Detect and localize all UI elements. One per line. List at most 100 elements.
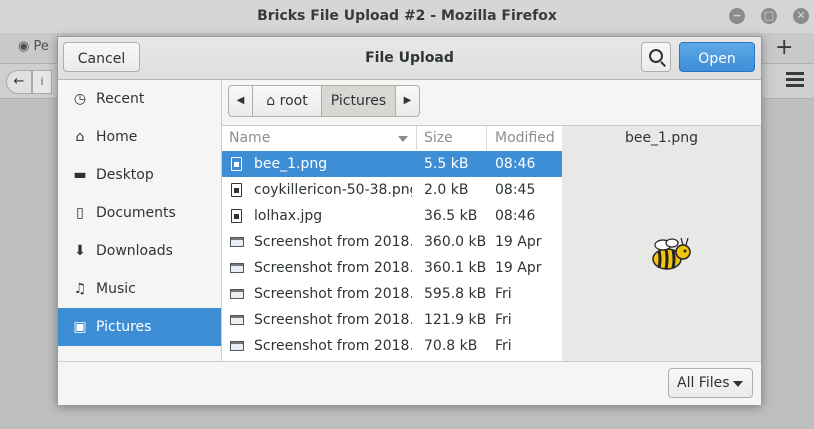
sidebar-item-label: Downloads — [96, 243, 173, 259]
table-row[interactable]: lolhax.jpg 36.5 kB 08:46 — [222, 203, 562, 229]
file-upload-dialog: Cancel File Upload Open ◷ Recent ⌂ Home … — [57, 36, 762, 405]
file-modified: Fri — [495, 338, 512, 354]
screenshot-thumbnail-icon — [230, 315, 244, 325]
screenshot-thumbnail-icon — [230, 341, 244, 351]
folder-icon: ▬ — [73, 167, 87, 183]
clock-icon: ◷ — [73, 91, 87, 107]
image-file-icon — [231, 183, 242, 197]
bee-image — [652, 237, 691, 270]
dialog-bottombar: All Files — [58, 361, 761, 405]
sidebar-item-recent[interactable]: ◷ Recent — [58, 80, 221, 118]
file-modified: 19 Apr — [495, 260, 542, 276]
firefox-tab[interactable]: ◉ Pe — [18, 39, 49, 54]
firefox-titlebar: Bricks File Upload #2 - Mozilla Firefox — [0, 0, 814, 34]
music-icon: ♫ — [73, 281, 87, 297]
open-button[interactable]: Open — [679, 42, 755, 72]
chevron-right-icon: ▶ — [403, 95, 412, 106]
sidebar-item-pictures[interactable]: ▣ Pictures — [58, 308, 221, 346]
file-name: Screenshot from 2018… — [254, 338, 412, 354]
file-type-filter[interactable]: All Files — [668, 368, 753, 398]
table-row[interactable]: Screenshot from 2018… 595.8 kB Fri — [222, 281, 562, 307]
home-icon: ⌂ — [75, 129, 85, 145]
sidebar-item-documents[interactable]: ▯ Documents — [58, 194, 221, 232]
path-root-button[interactable]: ⌂ root — [252, 85, 322, 117]
arrow-left-icon: ← — [13, 74, 25, 89]
globe-icon: ◉ — [18, 39, 30, 54]
table-row[interactable]: Screenshot from 2018… 360.0 kB 19 Apr — [222, 229, 562, 255]
firefox-window-title: Bricks File Upload #2 - Mozilla Firefox — [257, 8, 557, 24]
table-row[interactable]: Screenshot from 2018… 70.8 kB Fri — [222, 333, 562, 359]
file-preview-pane: bee_1.png — [562, 125, 761, 362]
site-info-icon[interactable]: i — [32, 70, 52, 94]
table-row[interactable]: coykillericon-50-38.png 2.0 kB 08:45 — [222, 177, 562, 203]
cancel-button[interactable]: Cancel — [63, 42, 140, 72]
sidebar-item-downloads[interactable]: ⬇ Downloads — [58, 232, 221, 270]
file-name: Screenshot from 2018… — [254, 260, 412, 276]
image-file-icon — [231, 209, 242, 223]
file-name: bee_1.png — [254, 156, 328, 172]
back-button[interactable]: ← — [6, 70, 32, 94]
file-modified: Fri — [495, 286, 512, 302]
path-scroll-left-button[interactable]: ◀ — [228, 85, 253, 117]
screenshot-thumbnail-icon — [230, 263, 244, 273]
image-file-icon — [231, 157, 242, 171]
file-size: 360.0 kB — [424, 234, 487, 250]
preview-filename: bee_1.png — [624, 130, 699, 146]
firefox-tab-label: Pe — [33, 39, 49, 54]
chevron-left-icon: ◀ — [236, 95, 245, 106]
column-header-size[interactable]: Size — [417, 126, 487, 150]
file-name: coykillericon-50-38.png — [254, 182, 412, 198]
file-name: lolhax.jpg — [254, 208, 323, 224]
file-size: 121.9 kB — [424, 312, 487, 328]
table-row[interactable]: bee_1.png 5.5 kB 08:46 — [222, 151, 562, 177]
column-header-name[interactable]: Name — [222, 126, 417, 150]
maximize-icon[interactable]: □ — [761, 8, 777, 24]
table-row[interactable]: Screenshot from 2018… 360.1 kB 19 Apr — [222, 255, 562, 281]
sort-descending-icon — [398, 136, 408, 142]
home-icon: ⌂ — [266, 93, 276, 109]
file-size: 595.8 kB — [424, 286, 487, 302]
file-modified: 19 Apr — [495, 234, 542, 250]
sidebar-item-home[interactable]: ⌂ Home — [58, 118, 221, 156]
file-modified: Fri — [495, 312, 512, 328]
close-icon[interactable]: ✕ — [793, 8, 809, 24]
file-size: 70.8 kB — [424, 338, 478, 354]
file-list[interactable]: Name Size Modified bee_1.png 5.5 kB 08:4… — [222, 125, 562, 362]
dialog-headerbar: Cancel File Upload Open — [58, 37, 761, 80]
file-modified: 08:45 — [495, 182, 536, 198]
sidebar-item-music[interactable]: ♫ Music — [58, 270, 221, 308]
file-name: Screenshot from 2018… — [254, 312, 412, 328]
sidebar-item-label: Pictures — [96, 319, 152, 335]
file-modified: 08:46 — [495, 208, 536, 224]
search-button[interactable] — [641, 42, 671, 72]
pictures-icon: ▣ — [73, 319, 87, 335]
file-size: 5.5 kB — [424, 156, 469, 172]
chevron-down-icon — [733, 381, 743, 387]
file-size: 360.1 kB — [424, 260, 487, 276]
document-icon: ▯ — [76, 205, 84, 221]
hamburger-menu-icon[interactable] — [786, 72, 804, 90]
file-size: 36.5 kB — [424, 208, 478, 224]
file-name: Screenshot from 2018… — [254, 286, 412, 302]
screenshot-thumbnail-icon — [230, 237, 244, 247]
sidebar-item-label: Music — [96, 281, 136, 297]
sidebar-item-label: Recent — [96, 91, 145, 107]
sidebar-item-label: Documents — [96, 205, 176, 221]
table-row[interactable]: Screenshot from 2018… 121.9 kB Fri — [222, 307, 562, 333]
path-scroll-right-button[interactable]: ▶ — [395, 85, 420, 117]
search-icon — [649, 49, 663, 63]
sidebar-item-label: Desktop — [96, 167, 154, 183]
places-sidebar: ◷ Recent ⌂ Home ▬ Desktop ▯ Documents ⬇ … — [58, 80, 222, 361]
file-name: Screenshot from 2018… — [254, 234, 412, 250]
column-header-label: Name — [229, 130, 271, 146]
new-tab-button[interactable]: + — [775, 35, 793, 60]
path-root-label: root — [279, 93, 308, 109]
file-size: 2.0 kB — [424, 182, 469, 198]
sidebar-item-desktop[interactable]: ▬ Desktop — [58, 156, 221, 194]
path-pictures-button[interactable]: Pictures — [321, 85, 396, 117]
minimize-icon[interactable]: − — [729, 8, 745, 24]
file-modified: 08:46 — [495, 156, 536, 172]
download-icon: ⬇ — [74, 243, 86, 259]
column-header-modified[interactable]: Modified — [487, 126, 562, 150]
screenshot-thumbnail-icon — [230, 289, 244, 299]
